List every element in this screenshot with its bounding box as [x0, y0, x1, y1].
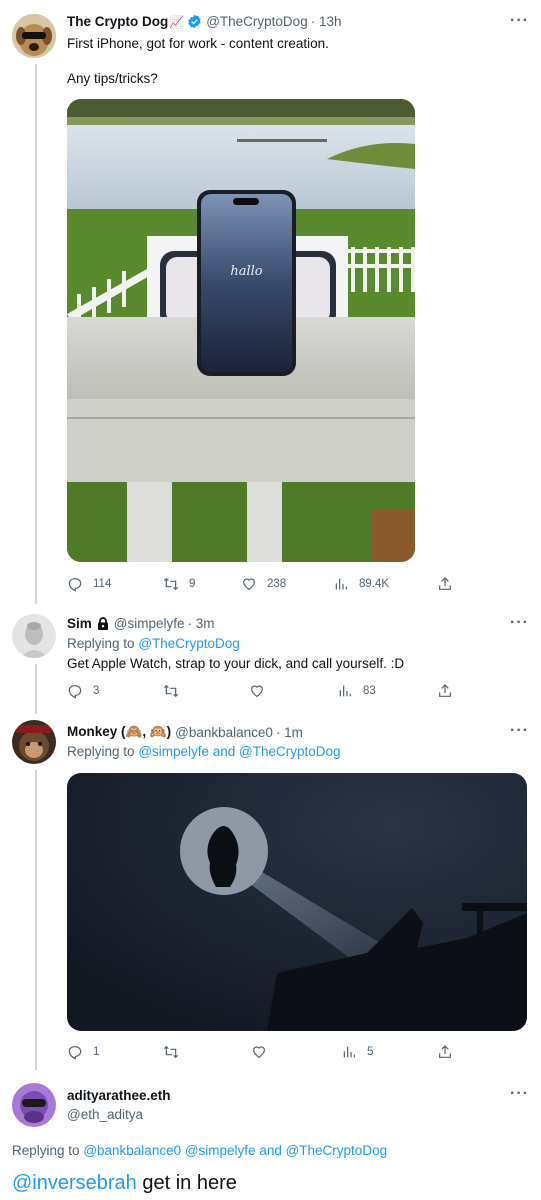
replying-label: Replying to: [67, 744, 135, 759]
reply-icon: [68, 685, 82, 699]
reply-count: 1: [93, 1046, 100, 1058]
more-options-icon[interactable]: ···: [510, 614, 529, 632]
share-icon: [439, 1045, 451, 1058]
tweet-text: Get Apple Watch, strap to your dick, and…: [67, 656, 405, 671]
views-button[interactable]: 89.4K: [333, 576, 389, 592]
views-chart-icon: [339, 685, 351, 697]
retweet-icon: [163, 577, 179, 591]
retweet-count: 9: [189, 578, 196, 590]
views-chart-icon: [335, 578, 347, 590]
reply-mention-link[interactable]: @simpelyfe and @TheCryptoDog: [138, 744, 340, 759]
reply-button[interactable]: 114: [67, 576, 111, 592]
more-options-icon[interactable]: ···: [510, 1085, 529, 1103]
more-options-icon[interactable]: ···: [510, 722, 529, 740]
avatar[interactable]: [12, 614, 56, 658]
view-count: 89.4K: [359, 578, 390, 590]
author-name[interactable]: The Crypto Dog: [67, 14, 168, 29]
author-handle[interactable]: @simpelyfe: [114, 616, 185, 631]
author-name[interactable]: adityarathee.eth: [67, 1088, 171, 1103]
replying-label: Replying to: [67, 636, 135, 651]
author-handle[interactable]: @eth_aditya: [67, 1107, 143, 1122]
tweet-actions: 3 83: [67, 683, 467, 703]
avatar[interactable]: [12, 14, 56, 58]
author-handle[interactable]: @TheCryptoDog: [206, 14, 308, 29]
avatar[interactable]: [12, 1083, 56, 1127]
tweet-photo[interactable]: [67, 773, 527, 1031]
thread-line: [35, 770, 37, 1070]
author-name[interactable]: Monkey (🙈, 🙉): [67, 724, 171, 740]
tweet-text: Any tips/tricks?: [67, 71, 158, 86]
reply-icon: [68, 1046, 82, 1060]
more-options-icon[interactable]: ···: [510, 12, 529, 30]
chart-emoji: 📈: [169, 14, 185, 29]
heart-icon: [243, 578, 255, 591]
tweet-actions: 114 9 238 89.4K: [67, 576, 467, 596]
lock-icon: [97, 617, 108, 630]
share-icon: [439, 684, 451, 697]
retweet-icon: [163, 1045, 179, 1059]
view-count: 5: [367, 1046, 374, 1058]
reply-mention-link[interactable]: @TheCryptoDog: [138, 636, 240, 651]
retweet-icon: [163, 684, 179, 698]
reply-mention-link[interactable]: @bankbalance0 @simpelyfe and @TheCryptoD…: [83, 1143, 387, 1158]
author-name[interactable]: Sim: [67, 616, 92, 631]
avatar[interactable]: [12, 720, 56, 764]
like-count: 238: [267, 578, 287, 590]
share-button[interactable]: [437, 576, 453, 592]
tweet-text: First iPhone, got for work - content cre…: [67, 36, 329, 51]
tweet-actions: 1 5: [67, 1044, 467, 1064]
view-count: 83: [363, 685, 376, 697]
timestamp[interactable]: · 1m: [276, 725, 303, 740]
heart-icon: [253, 1046, 265, 1059]
verified-badge-icon: [188, 14, 201, 29]
share-button[interactable]: [437, 1044, 453, 1060]
heart-icon: [251, 685, 263, 698]
like-button[interactable]: [249, 683, 265, 699]
mention-link[interactable]: @inversebrah: [12, 1172, 137, 1194]
like-button[interactable]: [251, 1044, 267, 1060]
retweet-button[interactable]: 9: [163, 576, 195, 592]
retweet-button[interactable]: [163, 683, 179, 699]
author-handle[interactable]: @bankbalance0: [175, 725, 273, 740]
reply-count: 114: [93, 578, 112, 590]
reply-button[interactable]: 1: [67, 1044, 99, 1060]
views-button[interactable]: 83: [337, 683, 376, 699]
retweet-button[interactable]: [163, 1044, 179, 1060]
share-icon: [439, 577, 451, 590]
thread-line: [35, 64, 37, 604]
timestamp[interactable]: · 3m: [188, 616, 215, 631]
tweet-photo[interactable]: hallo: [67, 99, 415, 562]
thread-line: [35, 664, 37, 714]
reply-count: 3: [93, 685, 100, 697]
timestamp[interactable]: · 13h: [311, 14, 342, 29]
reply-icon: [68, 578, 82, 592]
views-button[interactable]: 5: [341, 1044, 373, 1060]
replying-label: Replying to: [12, 1143, 80, 1158]
like-button[interactable]: 238: [241, 576, 286, 592]
phone-screen-text: hallo: [230, 264, 263, 279]
reply-button[interactable]: 3: [67, 683, 99, 699]
views-chart-icon: [343, 1046, 355, 1058]
tweet-text: get in here: [136, 1172, 237, 1194]
share-button[interactable]: [437, 683, 453, 699]
